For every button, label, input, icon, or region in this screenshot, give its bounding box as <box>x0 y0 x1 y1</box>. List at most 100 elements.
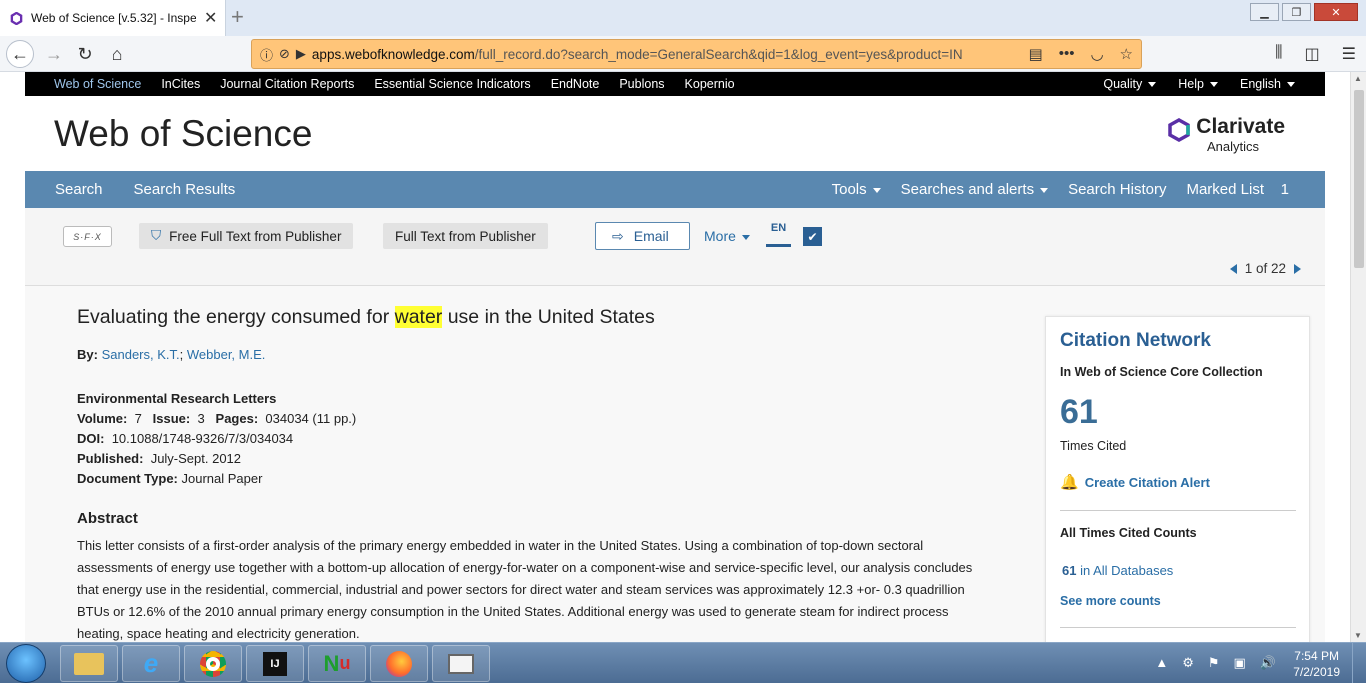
restore-button[interactable]: ❐ <box>1282 3 1311 21</box>
nav-marked-list[interactable]: Marked List 1 <box>1186 181 1289 198</box>
citation-network-panel: Citation Network In Web of Science Core … <box>1045 316 1310 642</box>
firefox-icon[interactable] <box>370 645 428 682</box>
bookmark-star-icon[interactable]: ☆ <box>1120 45 1133 63</box>
language-menu[interactable]: English <box>1240 77 1295 91</box>
all-counts-label: All Times Cited Counts <box>1060 526 1197 540</box>
nav-search[interactable]: Search <box>55 181 103 198</box>
nu-icon[interactable]: Nu <box>308 645 366 682</box>
topbar-link-publons[interactable]: Publons <box>619 77 664 91</box>
author-link[interactable]: Sanders, K.T. <box>102 347 180 362</box>
see-more-counts-link[interactable]: See more counts <box>1060 594 1161 608</box>
divider <box>1060 627 1296 628</box>
tab-close-icon[interactable]: ✕ <box>204 8 217 28</box>
scroll-thumb[interactable] <box>1354 90 1364 268</box>
ie-icon[interactable]: e <box>122 645 180 682</box>
create-citation-alert-link[interactable]: 🔔 Create Citation Alert <box>1060 473 1210 491</box>
topbar-link-kopernio[interactable]: Kopernio <box>685 77 735 91</box>
web-page: Web of Science InCites Journal Citation … <box>0 72 1350 642</box>
authors: By: Sanders, K.T.; Webber, M.E. <box>77 347 266 362</box>
back-icon[interactable]: ← <box>6 40 34 68</box>
times-cited-label: Times Cited <box>1060 439 1127 453</box>
free-full-text-button[interactable]: ⛉ Free Full Text from Publisher <box>139 223 354 249</box>
topbar-link-incites[interactable]: InCites <box>161 77 200 91</box>
record-action-bar: S·F·X ⛉ Free Full Text from Publisher Fu… <box>25 208 1325 286</box>
topbar-link-endnote[interactable]: EndNote <box>551 77 600 91</box>
nav-search-history[interactable]: Search History <box>1068 181 1166 198</box>
sfx-button[interactable]: S·F·X <box>63 226 112 247</box>
reload-icon[interactable]: ↻ <box>71 40 99 68</box>
network-app-icon[interactable]: ⚙ <box>1182 655 1194 671</box>
nav-searches-alerts[interactable]: Searches and alerts <box>901 181 1049 198</box>
new-tab-icon[interactable]: + <box>231 6 244 28</box>
wos-header: Web of Science Clarivate Analytics <box>25 96 1325 171</box>
menu-icon[interactable]: ☰ <box>1342 44 1356 64</box>
journal-name: Environmental Research Letters <box>77 391 277 406</box>
nav-tools[interactable]: Tools <box>832 181 881 198</box>
close-window-button[interactable]: ✕ <box>1314 3 1358 21</box>
reader-view-icon[interactable]: ▤ <box>1029 45 1043 63</box>
scroll-up-icon[interactable]: ▲ <box>1354 74 1362 83</box>
show-hidden-icons-icon[interactable]: ▲ <box>1155 655 1168 671</box>
page-actions-icon[interactable]: ••• <box>1059 45 1075 63</box>
help-menu[interactable]: Help <box>1178 77 1218 91</box>
pager-text: 1 of 22 <box>1244 261 1286 276</box>
chevron-down-icon <box>741 234 750 240</box>
window-controls: ▁ ❐ ✕ <box>1250 3 1358 21</box>
intellij-icon[interactable]: IJ <box>246 645 304 682</box>
page-title[interactable]: Web of Science <box>54 113 312 155</box>
sidebar-icon[interactable]: ◫ <box>1305 44 1320 64</box>
browser-navbar: ← → ↻ ⌂ ⓘ ⊘ ▶ apps.webofknowledge.com/fu… <box>0 36 1366 72</box>
previous-record-icon[interactable] <box>1229 263 1237 274</box>
show-desktop-button[interactable] <box>1352 643 1366 683</box>
autoplay-icon[interactable]: ▶ <box>296 46 306 62</box>
clock[interactable]: 7:54 PM 7/2/2019 <box>1293 648 1340 680</box>
file-explorer-icon[interactable] <box>60 645 118 682</box>
windows-taskbar: e IJ Nu ▲ ⚙ ⚑ ▣ 🔊 7:54 PM 7/2/2019 <box>0 642 1366 683</box>
pocket-icon[interactable]: ◡ <box>1090 45 1103 63</box>
highlighted-term: water <box>394 306 443 328</box>
record-pager: 1 of 22 <box>1229 261 1301 276</box>
chevron-down-icon <box>1040 187 1049 193</box>
times-cited-count[interactable]: 61 <box>1060 393 1098 432</box>
all-databases-link[interactable]: 61 in All Databases <box>1062 563 1173 578</box>
minimize-button[interactable]: ▁ <box>1250 3 1279 21</box>
full-text-button[interactable]: Full Text from Publisher <box>383 223 548 249</box>
system-tray: ▲ ⚙ ⚑ ▣ 🔊 <box>1155 655 1276 671</box>
author-link[interactable]: Webber, M.E. <box>187 347 266 362</box>
clarivate-logo-icon <box>1168 118 1191 142</box>
email-button[interactable]: ⇨ Email <box>595 222 690 250</box>
network-icon[interactable]: ▣ <box>1234 655 1246 671</box>
chevron-down-icon <box>872 187 881 193</box>
chevron-down-icon <box>1287 82 1295 88</box>
next-record-icon[interactable] <box>1294 263 1301 274</box>
window-icon[interactable] <box>432 645 490 682</box>
mark-checkbox[interactable]: ✔ <box>803 227 822 246</box>
browser-tab[interactable]: Web of Science [v.5.32] - Inspec ✕ <box>0 0 226 36</box>
topbar-link-esi[interactable]: Essential Science Indicators <box>374 77 530 91</box>
topbar-link-wos[interactable]: Web of Science <box>54 77 141 91</box>
forward-icon[interactable]: → <box>40 40 68 68</box>
flag-icon[interactable]: ⚑ <box>1208 655 1220 671</box>
open-access-icon: ⛉ <box>151 228 162 243</box>
volume-icon[interactable]: 🔊 <box>1260 655 1276 671</box>
address-bar[interactable]: ⓘ ⊘ ▶ apps.webofknowledge.com/full_recor… <box>251 39 1142 69</box>
chrome-icon[interactable] <box>184 645 242 682</box>
info-icon[interactable]: ⓘ <box>260 45 273 64</box>
url-text: apps.webofknowledge.com/full_record.do?s… <box>311 46 963 62</box>
home-icon[interactable]: ⌂ <box>103 40 131 68</box>
tracking-protection-icon[interactable]: ⊘ <box>279 46 290 62</box>
abstract-heading: Abstract <box>77 510 138 527</box>
translate-icon[interactable]: EN <box>766 221 791 247</box>
quality-menu[interactable]: Quality <box>1103 77 1157 91</box>
page-scrollbar[interactable]: ▲ ▼ <box>1350 72 1366 642</box>
start-button[interactable] <box>6 644 46 683</box>
library-icon[interactable]: ⫼ <box>1275 44 1282 64</box>
topbar-link-jcr[interactable]: Journal Citation Reports <box>220 77 354 91</box>
divider <box>1060 510 1296 511</box>
more-menu[interactable]: More <box>704 228 750 244</box>
wos-topbar: Web of Science InCites Journal Citation … <box>25 72 1325 96</box>
clarivate-logo[interactable]: Clarivate Analytics <box>1167 116 1285 154</box>
scroll-down-icon[interactable]: ▼ <box>1354 631 1362 640</box>
tab-title: Web of Science [v.5.32] - Inspec <box>31 11 196 25</box>
nav-search-results[interactable]: Search Results <box>134 181 236 198</box>
